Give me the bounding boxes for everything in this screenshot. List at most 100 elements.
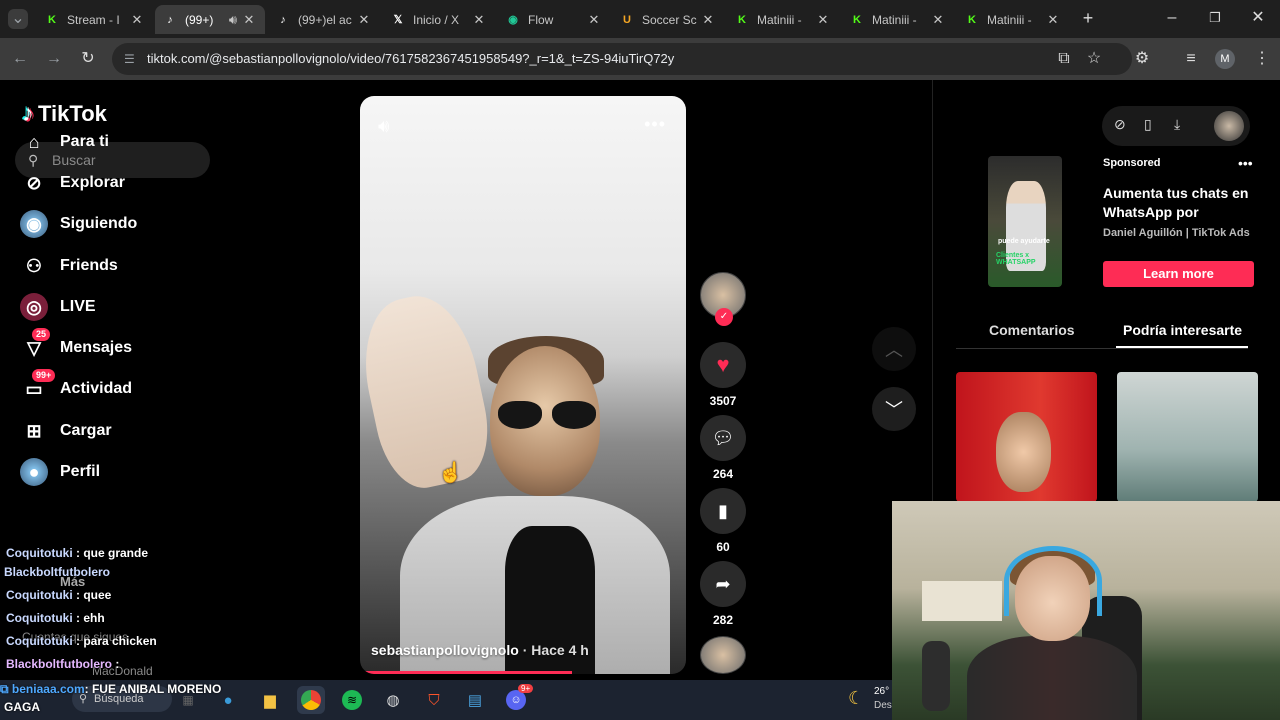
close-tab-icon[interactable]: ✕: [1045, 12, 1061, 28]
chat-username: Coquitotuki: [6, 611, 73, 625]
video-time-ago: Hace 4 h: [531, 642, 589, 658]
browser-tab[interactable]: 𝕏 Inicio / X ✕: [383, 5, 495, 34]
reload-icon[interactable]: ↻: [78, 49, 98, 69]
sidebar-item-actividad[interactable]: ▭ 99+ Actividad: [20, 369, 132, 407]
browser-tab[interactable]: ◉ Flow ✕: [498, 5, 610, 34]
chat-message: Blackboltfutbolero: [4, 565, 110, 579]
sidebar-item-perfil[interactable]: ● Perfil: [20, 454, 100, 490]
browser-tab[interactable]: K Matiniii - ✕: [842, 5, 954, 34]
like-button[interactable]: ♥ 3507: [700, 342, 746, 408]
browser-tab[interactable]: K Matiniii - ✕: [957, 5, 1069, 34]
volume-icon[interactable]: 🔊︎: [378, 116, 389, 137]
like-count: 3507: [709, 394, 737, 408]
heart-icon: ♥: [700, 342, 746, 388]
sidebar-item-friends[interactable]: ⚇ Friends: [20, 248, 118, 284]
close-tab-icon[interactable]: ✕: [700, 12, 716, 28]
close-tab-icon[interactable]: ✕: [471, 12, 487, 28]
media-control-icon[interactable]: ≡: [1181, 49, 1201, 69]
extensions-icon[interactable]: ⚙: [1132, 49, 1152, 69]
suggested-video-thumbnail[interactable]: [956, 372, 1097, 502]
bookmark-star-icon[interactable]: ☆: [1084, 49, 1104, 69]
next-video-button[interactable]: ﹀: [872, 387, 916, 431]
music-disc-button[interactable]: [700, 636, 746, 674]
profile-avatar[interactable]: M: [1215, 49, 1235, 69]
comment-button[interactable]: 💬︎ 264: [700, 415, 746, 481]
ad-thumbnail[interactable]: puede ayudarte Clientes x WHATSAPP: [988, 156, 1062, 287]
forward-icon[interactable]: →: [44, 49, 64, 69]
notification-badge: 99+: [32, 369, 56, 382]
suggested-video-thumbnail[interactable]: [1117, 372, 1258, 502]
download-icon[interactable]: ⤓: [1174, 116, 1180, 133]
sponsored-label: Sponsored: [1103, 157, 1161, 169]
previous-video-button[interactable]: ︿: [872, 327, 916, 371]
video-frame-sunglasses: [498, 401, 598, 429]
ad-advertiser[interactable]: Daniel Aguillón | TikTok Ads: [1103, 227, 1250, 239]
sidebar-item-cargar[interactable]: ⊞ Cargar: [20, 413, 111, 449]
url-text: tiktok.com/@sebastianpollovignolo/video/…: [147, 51, 675, 66]
share-button[interactable]: ➦ 282: [700, 561, 746, 627]
video-author[interactable]: sebastianpollovignolo: [371, 642, 519, 658]
browser-tab[interactable]: ♪ (99+)el ac ✕: [268, 5, 380, 34]
live-icon-glyph: ◎: [26, 296, 42, 317]
following-check-icon[interactable]: ✓: [715, 308, 733, 326]
browser-tab[interactable]: ♪ (99+) 🔊︎ ✕: [155, 5, 265, 34]
back-icon[interactable]: ←: [10, 49, 30, 69]
bookmark-icon: ▮: [700, 488, 746, 534]
site-settings-icon[interactable]: ☰: [124, 43, 135, 75]
sidebar-item-live[interactable]: ◎ LIVE: [20, 289, 96, 325]
notepad-icon[interactable]: ▤: [461, 686, 489, 714]
spotify-icon[interactable]: ≋: [338, 686, 366, 714]
ad-thumbnail-text: Clientes x WHATSAPP: [996, 252, 1036, 266]
minimize-button[interactable]: –: [1162, 8, 1182, 28]
brave-icon[interactable]: ⛉: [420, 686, 448, 714]
mouse-cursor-icon: ☝: [438, 462, 463, 484]
close-tab-icon[interactable]: ✕: [129, 12, 145, 28]
user-avatar[interactable]: [1214, 111, 1244, 141]
ad-more-icon[interactable]: •••: [1238, 155, 1253, 171]
autoscroll-icon[interactable]: ⊘: [1114, 116, 1126, 133]
close-tab-icon[interactable]: ✕: [815, 12, 831, 28]
close-tab-icon[interactable]: ✕: [241, 12, 257, 28]
url-field[interactable]: ☰ tiktok.com/@sebastianpollovignolo/vide…: [112, 43, 1132, 75]
browser-tab[interactable]: K Stream - I ✕: [37, 5, 153, 34]
learn-more-button[interactable]: Learn more: [1103, 261, 1254, 287]
tab-comments[interactable]: Comentarios: [989, 322, 1075, 338]
music-disc-icon: [700, 636, 746, 674]
video-player[interactable]: 🔊︎ ••• sebastianpollovignolo · Hace 4 h: [360, 96, 686, 674]
close-tab-icon[interactable]: ✕: [930, 12, 946, 28]
phone-icon[interactable]: ▯: [1144, 116, 1152, 133]
sidebar-item-explorar[interactable]: ⊘ Explorar: [20, 165, 124, 201]
sidebar-item-mensajes[interactable]: ▽ 25 Mensajes: [20, 328, 132, 366]
chat-text: : ehh: [76, 611, 105, 625]
sidebar-item-siguiendo[interactable]: ◉ Siguiendo: [20, 206, 137, 242]
chat-message: Coquitotuki : que grande: [6, 546, 148, 560]
browser-tab[interactable]: K Matiniii - ✕: [727, 5, 839, 34]
discord-icon[interactable]: ☺ 9+: [502, 684, 534, 714]
creator-avatar-button[interactable]: ✓: [700, 272, 746, 326]
ad-title[interactable]: Aumenta tus chats en WhatsApp por medio.…: [1103, 184, 1253, 222]
install-app-icon[interactable]: ⧉: [1054, 49, 1074, 69]
ticker-line-2: GAGA: [4, 700, 40, 714]
tab-audio-icon[interactable]: 🔊︎: [225, 12, 241, 28]
sidebar-item-para-ti[interactable]: ⌂ Para ti: [20, 124, 109, 160]
tab-search-button[interactable]: ⌄: [8, 9, 28, 29]
tab-title: Matiniii -: [872, 12, 917, 27]
video-progress-bar[interactable]: [360, 671, 572, 674]
close-tab-icon[interactable]: ✕: [356, 12, 372, 28]
chat-message: Coquitotuki : para chicken: [6, 634, 157, 648]
weather-widget[interactable]: ☾ 26° Des: [846, 684, 892, 716]
save-button[interactable]: ▮ 60: [700, 488, 746, 554]
close-tab-icon[interactable]: ✕: [586, 12, 602, 28]
maximize-button[interactable]: ❐: [1205, 8, 1225, 28]
file-explorer-icon[interactable]: ▆: [256, 686, 284, 714]
close-window-button[interactable]: ✕: [1248, 8, 1268, 28]
ticker-link: beniaaa.com: [11, 682, 85, 696]
browser-tab[interactable]: U Soccer Sc ✕: [612, 5, 724, 34]
browser-menu-icon[interactable]: ⋮: [1252, 49, 1272, 69]
new-tab-button[interactable]: +: [1078, 8, 1098, 28]
obs-icon[interactable]: ◍: [379, 686, 407, 714]
tab-suggested[interactable]: Podría interesarte: [1123, 322, 1242, 338]
tabs-divider: [956, 348, 1248, 349]
chrome-icon[interactable]: [297, 686, 325, 714]
more-options-icon[interactable]: •••: [644, 114, 666, 135]
